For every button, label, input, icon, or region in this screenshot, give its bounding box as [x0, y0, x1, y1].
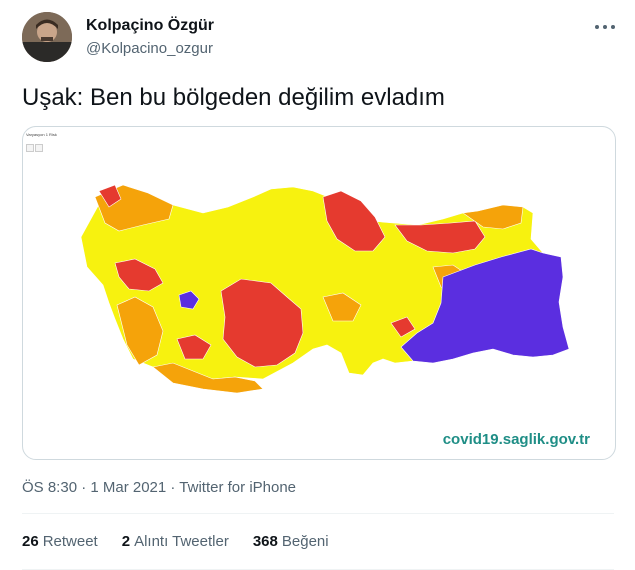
retweets-count: 26 [22, 533, 39, 550]
turkey-risk-map [80, 184, 570, 394]
author-name[interactable]: Kolpaçino Özgür [86, 17, 214, 35]
retweets-stat[interactable]: 26 Retweet [22, 533, 98, 550]
tweet-stats: 26 Retweet 2 Alıntı Tweetler 368 Beğeni [22, 533, 329, 550]
tweet-text: Uşak: Ben bu bölgeden değilim evladım [22, 84, 445, 111]
quotes-count: 2 [121, 533, 131, 550]
avatar[interactable] [22, 12, 72, 62]
retweets-label: Retweet [42, 533, 98, 550]
tweet-timestamp[interactable]: ÖS 8:30 · 1 Mar 2021 · Twitter for iPhon… [22, 479, 296, 496]
quotes-label: Alıntı Tweetler [134, 533, 229, 550]
tweet-media[interactable]: Varyasyon 1 Risk covid19.saglik.gov.tr [22, 126, 616, 460]
more-options-button[interactable] [594, 18, 616, 34]
likes-stat[interactable]: 368 Beğeni [253, 533, 329, 550]
quote-tweets-stat[interactable]: 2 Alıntı Tweetler [122, 533, 229, 550]
likes-count: 368 [252, 533, 278, 550]
map-source-watermark: covid19.saglik.gov.tr [442, 431, 590, 448]
divider [22, 513, 614, 514]
more-dots-icon [595, 25, 599, 29]
likes-label: Beğeni [281, 533, 329, 550]
author-handle[interactable]: @Kolpacino_ozgur [86, 40, 213, 57]
